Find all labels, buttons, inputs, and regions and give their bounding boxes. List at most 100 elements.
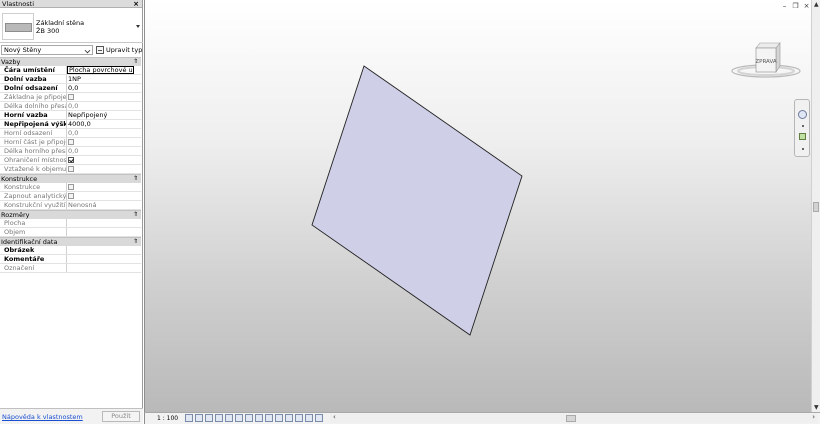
property-row[interactable]: Dolní vazba 1NP [0,75,141,84]
collapse-icon[interactable]: ⇑ [133,58,138,66]
checkbox[interactable] [68,94,74,100]
collapse-icon[interactable]: ⇑ [133,211,138,219]
view-scale[interactable]: 1 : 100 [157,414,178,423]
property-row[interactable]: Ohraničení místnosti [0,156,141,165]
crop-view-icon[interactable] [235,414,243,422]
temporary-view-properties-icon[interactable] [285,414,293,422]
apply-button[interactable]: Použít [102,411,140,422]
unlock-3d-view-icon[interactable] [255,414,263,422]
scroll-right-icon[interactable]: › [812,413,815,421]
reveal-constraints-icon[interactable] [315,414,323,422]
property-row[interactable]: Základna je připojena. [0,93,141,102]
property-row[interactable]: Délka horního přesahu0,0 [0,147,141,156]
checkbox[interactable] [68,184,74,190]
property-value[interactable]: 0,0 [67,84,141,92]
property-row[interactable]: Vztažené k objemu [0,165,141,174]
chevron-down-icon[interactable] [802,148,804,150]
property-value[interactable] [67,156,141,164]
property-row[interactable]: Označení [0,264,141,273]
property-row[interactable]: Čára umístění Plocha povrchové u... [0,66,141,75]
property-row[interactable]: Délka dolního přesahu0,0 [0,102,141,111]
property-value[interactable] [67,219,141,227]
minimize-icon[interactable]: – [781,3,788,10]
group-header[interactable]: Konstrukce ⇑ [0,174,141,183]
property-row[interactable]: Konstrukce [0,183,141,192]
zoom-icon[interactable] [799,133,806,140]
property-value[interactable]: 0,0 [67,129,141,137]
property-value[interactable] [67,246,141,254]
steering-wheel-icon[interactable] [798,110,807,119]
wall-elevation[interactable] [311,65,523,336]
detail-level-icon[interactable] [185,414,193,422]
instance-filter-select[interactable]: Nový Stěny [1,45,93,55]
type-selector[interactable]: Základní stěna ŽB 300 [0,9,143,43]
collapse-icon[interactable]: ⇑ [133,175,138,183]
scroll-down-icon[interactable]: ▼ [814,404,819,411]
property-row[interactable]: Horní odsazení 0,0 [0,129,141,138]
view-window-controls: – ❐ × [781,3,810,10]
scroll-up-icon[interactable]: ▲ [814,1,819,8]
horizontal-scrollbar[interactable]: ‹ › [330,413,817,423]
checkbox[interactable] [68,139,74,145]
chevron-down-icon[interactable] [136,25,140,28]
property-value[interactable] [67,255,141,263]
palette-title-bar[interactable]: Vlastnosti × [0,0,142,8]
shadows-icon[interactable] [215,414,223,422]
type-name: ŽB 300 [36,27,60,35]
property-value[interactable]: Nenosná [67,201,141,209]
edit-type-button[interactable]: Upravit typ [96,45,142,55]
property-value[interactable] [67,192,141,200]
chevron-down-icon[interactable] [802,125,804,127]
property-value[interactable] [67,138,141,146]
property-row[interactable]: Plocha [0,219,141,228]
collapse-icon[interactable]: ⇑ [133,238,138,246]
property-row[interactable]: Konstrukční využití Nenosná [0,201,141,210]
navigation-bar [794,99,810,157]
property-row[interactable]: Dolní odsazení 0,0 [0,84,141,93]
close-icon[interactable]: × [803,3,810,10]
checkbox[interactable] [68,157,74,163]
property-row[interactable]: Objem [0,228,141,237]
help-link[interactable]: Nápověda k vlastnostem [2,413,83,421]
property-value[interactable] [67,93,141,101]
vertical-scrollbar[interactable]: ▲ ▼ [811,0,820,412]
drawing-area[interactable]: – ❐ × ZPRAVA ▲ ▼ [144,0,820,412]
scroll-thumb[interactable] [566,415,576,422]
property-row[interactable]: Obrázek [0,246,141,255]
property-value[interactable]: Plocha povrchové u... [67,66,134,74]
view-control-bar: 1 : 100 ‹ › [144,412,820,424]
group-header[interactable]: Identifikační data ⇑ [0,237,141,246]
render-icon[interactable] [225,414,233,422]
property-value[interactable]: 1NP [67,75,141,83]
property-value[interactable] [67,165,141,173]
show-crop-region-icon[interactable] [245,414,253,422]
property-row[interactable]: Nepřipojená výška 4000,0 [0,120,141,129]
property-value[interactable]: 0,0 [67,147,141,155]
checkbox[interactable] [68,193,74,199]
group-header[interactable]: Rozměry ⇑ [0,210,141,219]
property-value[interactable]: Nepřipojený [67,111,141,119]
close-icon[interactable]: × [133,0,139,8]
sun-path-icon[interactable] [205,414,213,422]
viewcube[interactable]: ZPRAVA [729,40,803,82]
property-value[interactable] [67,264,141,272]
scroll-left-icon[interactable]: ‹ [333,413,336,421]
highlight-displacement-icon[interactable] [305,414,313,422]
checkbox[interactable] [68,166,74,172]
property-label: Dolní vazba [0,75,67,83]
visual-style-icon[interactable] [195,414,203,422]
property-value[interactable]: 4000,0 [67,120,141,128]
restore-icon[interactable]: ❐ [792,3,799,10]
reveal-hidden-icon[interactable] [275,414,283,422]
property-value[interactable] [67,228,141,236]
temporary-hide-icon[interactable] [265,414,273,422]
group-header[interactable]: Vazby ⇑ [0,57,141,66]
property-row[interactable]: Horní část je připojena. [0,138,141,147]
property-value[interactable]: 0,0 [67,102,141,110]
property-row[interactable]: Zapnout analytický m... [0,192,141,201]
property-row[interactable]: Horní vazba Nepřipojený [0,111,141,120]
analytical-model-icon[interactable] [295,414,303,422]
property-value[interactable] [67,183,141,191]
scroll-thumb[interactable] [813,202,819,212]
property-row[interactable]: Komentáře [0,255,141,264]
